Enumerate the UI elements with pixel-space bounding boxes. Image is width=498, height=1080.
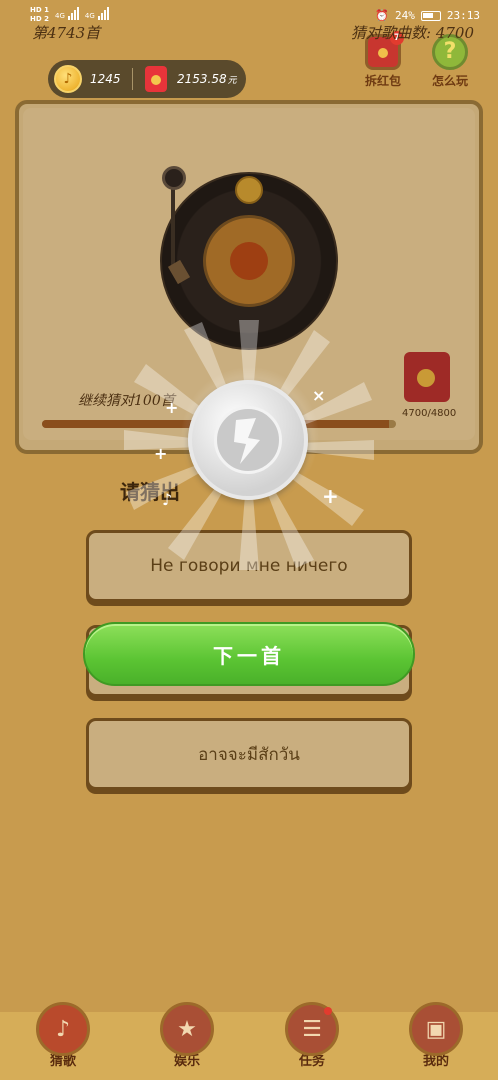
clock: 23:13 <box>446 9 480 22</box>
tonearm-rod <box>171 186 175 266</box>
red-packet-icon <box>145 66 167 92</box>
cash-balance: 2153.58元 <box>177 72 237 86</box>
divider <box>132 68 133 90</box>
nav-tasks[interactable]: ☰ 任务 <box>281 1002 343 1069</box>
signal-1-icon: 4G <box>55 6 79 20</box>
sparkle-icon: + <box>154 444 168 463</box>
tonearm-pivot <box>162 166 186 190</box>
coin-count: 1245 <box>90 72 121 86</box>
music-note-icon: ♪ <box>36 1002 90 1056</box>
battery-percent: 24% <box>395 9 415 22</box>
notification-dot <box>324 1007 332 1015</box>
round-number: 第4743首 <box>32 24 101 42</box>
net-1-label: 4G <box>54 12 65 20</box>
open-redpack-label: 拆红包 <box>364 74 401 88</box>
cash-amount: 2153.58 <box>177 72 227 86</box>
nav-guess-song[interactable]: ♪ 猜歌 <box>32 1002 94 1069</box>
answer-option-3-label: อาจจะมีสักวัน <box>198 744 300 765</box>
next-song-button[interactable]: 下一首 <box>83 622 415 686</box>
sparkle-icon: + <box>322 484 339 508</box>
currency-bar: ♪ 1245 2153.58元 <box>48 60 246 98</box>
guessed-count: 猜对歌曲数: 4700 <box>351 24 474 42</box>
answer-option-3[interactable]: อาจจะมีสักวัน <box>86 718 412 790</box>
prize-red-packet-icon[interactable] <box>404 352 450 402</box>
cash-unit: 元 <box>227 76 237 86</box>
battery-icon <box>420 10 441 21</box>
coin-icon <box>235 176 263 204</box>
music-note-icon: ♪ <box>162 490 173 509</box>
sparkle-icon: + <box>165 398 179 417</box>
net-2-label: 4G <box>84 12 95 20</box>
wallet-icon: ▣ <box>409 1002 463 1056</box>
task-list-icon: ☰ <box>285 1002 339 1056</box>
hd-1-indicator: HD 1 <box>30 6 49 14</box>
nav-entertainment[interactable]: ★ 娱乐 <box>156 1002 218 1069</box>
nav-mine[interactable]: ▣ 我的 <box>405 1002 467 1069</box>
star-icon: ★ <box>160 1002 214 1056</box>
coin-icon: ♪ <box>54 65 82 93</box>
sparkle-icon: × <box>312 386 326 405</box>
alarm-icon: ⏰ <box>375 9 389 22</box>
prize-count: 4700/4800 <box>402 408 457 419</box>
how-to-play-label: 怎么玩 <box>431 74 468 88</box>
signal-2-icon: 4G <box>85 6 109 20</box>
record-label-icon <box>203 215 295 307</box>
cracked-note-icon <box>234 418 260 464</box>
